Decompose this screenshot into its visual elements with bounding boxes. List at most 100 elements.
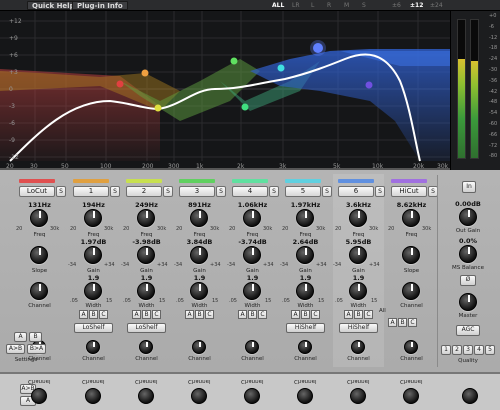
shelf-type-button[interactable]: HiShelf: [339, 323, 378, 333]
channel-knob[interactable]: [244, 388, 260, 404]
channel-knob[interactable]: [85, 388, 101, 404]
ab-select-a[interactable]: A: [238, 310, 247, 319]
channel-knob[interactable]: [138, 388, 154, 404]
band-type-button[interactable]: 3: [179, 186, 215, 197]
channel-knob[interactable]: [298, 340, 312, 354]
shelf-type-button[interactable]: LoShelf: [127, 323, 166, 333]
freq-knob[interactable]: [84, 209, 102, 227]
channel-knob[interactable]: [191, 388, 207, 404]
width-knob[interactable]: [296, 282, 314, 300]
in-button[interactable]: In: [462, 181, 476, 193]
out-gain-knob[interactable]: [459, 208, 477, 226]
freq-knob[interactable]: [402, 209, 420, 227]
band-type-button[interactable]: 6: [338, 186, 374, 197]
ab-select-a[interactable]: A: [185, 310, 194, 319]
channel-knob[interactable]: [403, 388, 419, 404]
quality-button-4[interactable]: 4: [474, 345, 484, 355]
copy-b-to-a-button[interactable]: B>A: [27, 344, 46, 354]
ab-select-c[interactable]: C: [99, 310, 108, 319]
eq-display[interactable]: +12 +9 +6 +3 0 -3 -6 -9 -12 20 30 50 100 200 300 1k 2k 3…: [0, 11, 450, 170]
band-type-button[interactable]: LoCut: [19, 186, 55, 197]
quality-button-3[interactable]: 3: [463, 345, 473, 355]
range-24[interactable]: ±24: [430, 1, 443, 10]
width-knob[interactable]: [137, 282, 155, 300]
cut-channel-knob[interactable]: [30, 282, 48, 300]
channel-knob[interactable]: [297, 388, 313, 404]
solo-button[interactable]: S: [322, 186, 332, 197]
freq-knob[interactable]: [349, 209, 367, 227]
channel-knob[interactable]: [245, 340, 259, 354]
ab-select-a[interactable]: A: [132, 310, 141, 319]
agc-button[interactable]: AGC: [456, 325, 480, 336]
shelf-type-button[interactable]: LoShelf: [74, 323, 113, 333]
vis-s[interactable]: S: [362, 1, 366, 10]
channel-knob[interactable]: [31, 388, 47, 404]
band-type-button[interactable]: 5: [285, 186, 321, 197]
vis-m[interactable]: M: [344, 1, 349, 10]
copy-a-to-b-button[interactable]: A>B: [6, 344, 25, 354]
ab-select-c[interactable]: C: [364, 310, 373, 319]
freq-knob[interactable]: [190, 209, 208, 227]
solo-button[interactable]: S: [375, 186, 385, 197]
cut-channel-knob[interactable]: [402, 282, 420, 300]
master-knob[interactable]: [459, 293, 477, 311]
gain-knob[interactable]: [137, 246, 155, 264]
quality-button-2[interactable]: 2: [452, 345, 462, 355]
channel-knob[interactable]: [139, 340, 153, 354]
width-knob[interactable]: [349, 282, 367, 300]
gain-knob[interactable]: [296, 246, 314, 264]
quality-button-5[interactable]: 5: [485, 345, 495, 355]
gain-knob[interactable]: [190, 246, 208, 264]
vis-all[interactable]: ALL: [272, 1, 284, 10]
ab-select-a[interactable]: A: [79, 310, 88, 319]
freq-knob[interactable]: [243, 209, 261, 227]
slope-knob[interactable]: [402, 246, 420, 264]
solo-button[interactable]: S: [110, 186, 120, 197]
width-knob[interactable]: [243, 282, 261, 300]
gain-knob[interactable]: [84, 246, 102, 264]
range-12[interactable]: ±12: [410, 1, 423, 10]
solo-button[interactable]: S: [56, 186, 66, 197]
ab-select-b[interactable]: B: [142, 310, 151, 319]
ms-balance-knob[interactable]: [459, 245, 477, 263]
gain-knob[interactable]: [349, 246, 367, 264]
all-select-a[interactable]: A: [388, 318, 397, 327]
solo-button[interactable]: S: [216, 186, 226, 197]
plugin-info-button[interactable]: Plug-in Info: [72, 1, 128, 10]
solo-button[interactable]: S: [163, 186, 173, 197]
band-type-button[interactable]: 1: [73, 186, 109, 197]
solo-button[interactable]: S: [269, 186, 279, 197]
vis-lr[interactable]: LR: [292, 1, 300, 10]
shelf-type-button[interactable]: HiShelf: [286, 323, 325, 333]
all-select-b[interactable]: B: [398, 318, 407, 327]
channel-knob[interactable]: [350, 388, 366, 404]
channel-knob[interactable]: [404, 340, 418, 354]
channel-knob[interactable]: [192, 340, 206, 354]
width-knob[interactable]: [84, 282, 102, 300]
band-type-button[interactable]: 2: [126, 186, 162, 197]
freq-knob[interactable]: [296, 209, 314, 227]
freq-knob[interactable]: [137, 209, 155, 227]
ab-select-b[interactable]: B: [195, 310, 204, 319]
vis-r[interactable]: R: [327, 1, 331, 10]
all-select-c[interactable]: C: [408, 318, 417, 327]
channel-knob[interactable]: [351, 340, 365, 354]
ab-select-c[interactable]: C: [152, 310, 161, 319]
ab-select-b[interactable]: B: [89, 310, 98, 319]
band-type-button[interactable]: HiCut: [391, 186, 427, 197]
ab-select-c[interactable]: C: [205, 310, 214, 319]
vis-l[interactable]: L: [311, 1, 314, 10]
ab-select-a[interactable]: A: [291, 310, 300, 319]
ab-select-b[interactable]: B: [248, 310, 257, 319]
slope-knob[interactable]: [30, 246, 48, 264]
setting-b-button[interactable]: B: [29, 332, 42, 342]
range-6[interactable]: ±6: [392, 1, 401, 10]
ab-select-c[interactable]: C: [311, 310, 320, 319]
phase-button[interactable]: Ø: [460, 275, 476, 286]
width-knob[interactable]: [190, 282, 208, 300]
ab-select-a[interactable]: A: [344, 310, 353, 319]
ab-select-c[interactable]: C: [258, 310, 267, 319]
freq-knob[interactable]: [30, 209, 48, 227]
setting-a-button[interactable]: A: [14, 332, 27, 342]
ab-select-b[interactable]: B: [301, 310, 310, 319]
